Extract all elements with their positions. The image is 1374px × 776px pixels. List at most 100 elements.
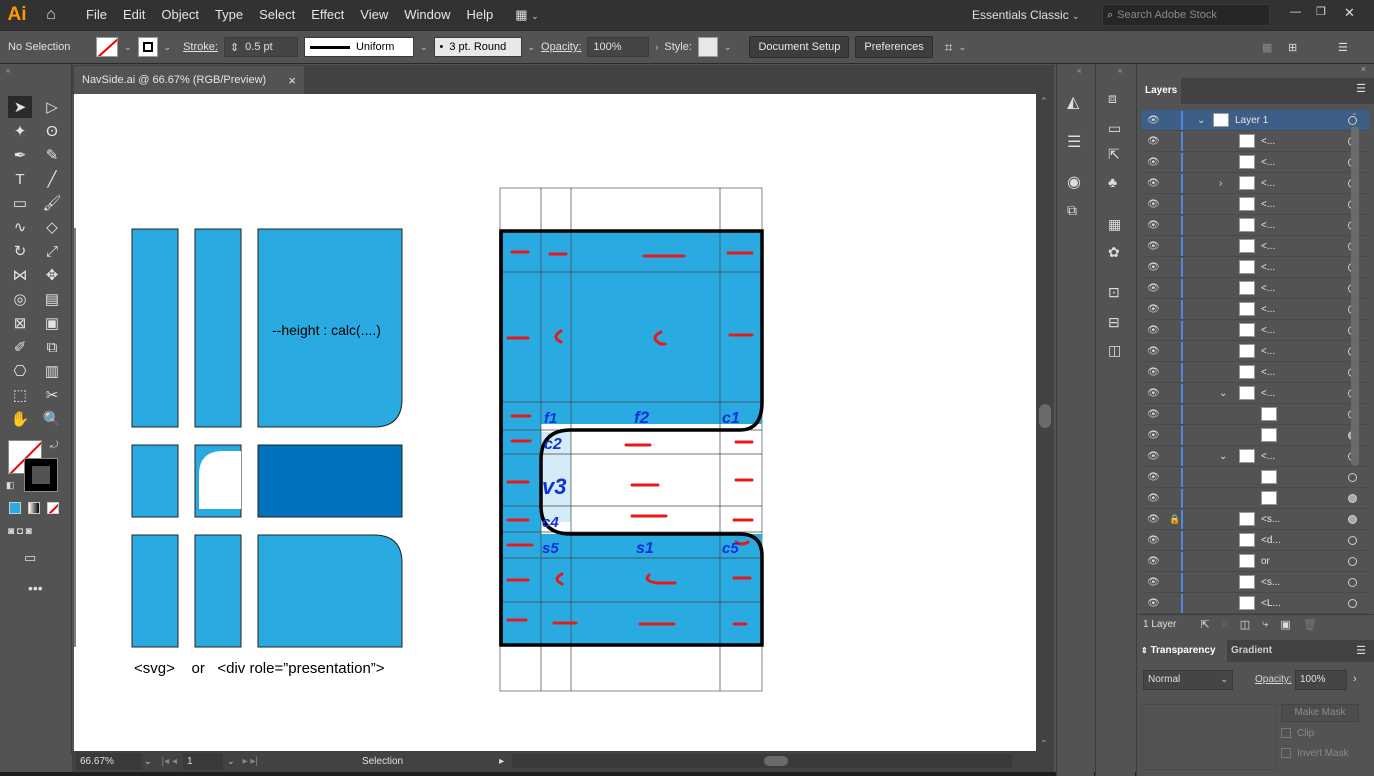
layer-row-13[interactable]: 👁 ⌄ <... — [1141, 383, 1369, 404]
clip-checkbox[interactable] — [1281, 728, 1291, 738]
fill-swatch[interactable] — [96, 37, 118, 57]
asset-export-icon[interactable]: ⧉ — [1067, 202, 1077, 219]
visibility-eye-icon[interactable]: 👁 — [1147, 535, 1160, 546]
paintbrush-tool-icon[interactable]: 🖌 — [40, 192, 64, 214]
layer-row-10[interactable]: 👁 <... — [1141, 320, 1369, 341]
visibility-eye-icon[interactable]: 👁 — [1147, 346, 1160, 357]
magic-wand-tool-icon[interactable]: ✦ — [8, 120, 32, 142]
transparency-menu-icon[interactable]: ☰ — [1356, 644, 1366, 657]
width-tool-icon[interactable]: ⋈ — [8, 264, 32, 286]
layer-row-23[interactable]: 👁 <L... — [1141, 593, 1369, 614]
collapse-dock-icon[interactable]: « — [1077, 66, 1081, 75]
transparency-tab[interactable]: ⇕ Transparency — [1137, 640, 1227, 662]
visibility-eye-icon[interactable]: 👁 — [1147, 115, 1160, 126]
color-mode-icon[interactable] — [9, 502, 21, 514]
none-mode-icon[interactable] — [47, 502, 59, 514]
opacity-stepper-icon[interactable]: › — [655, 42, 658, 52]
preferences-button[interactable]: Preferences — [855, 36, 933, 58]
layer-row-6[interactable]: 👁 <... — [1141, 236, 1369, 257]
visibility-eye-icon[interactable]: 👁 — [1147, 577, 1160, 588]
eyedropper-tool-icon[interactable]: ✐ — [8, 336, 32, 358]
visibility-eye-icon[interactable]: 👁 — [1147, 178, 1160, 189]
menu-edit[interactable]: Edit — [115, 0, 153, 30]
close-window-icon[interactable]: ✕ — [1344, 5, 1355, 21]
gradient-tab[interactable]: Gradient — [1231, 645, 1272, 656]
vertical-scrollbar[interactable]: ⌃ ⌄ — [1036, 94, 1054, 751]
visibility-eye-icon[interactable]: 👁 — [1147, 556, 1160, 567]
stroke-weight-field[interactable]: ⇕ 0.5 pt — [223, 37, 298, 57]
layer-row-22[interactable]: 👁 <s... — [1141, 572, 1369, 593]
artboard-dropdown-icon[interactable]: ⌄ — [227, 756, 235, 767]
zoom-field[interactable]: 66.67% — [76, 753, 142, 770]
locate-object-icon[interactable]: ⌕ — [1222, 618, 1228, 631]
visibility-eye-icon[interactable]: 👁 — [1147, 493, 1160, 504]
blend-tool-icon[interactable]: ⧉ — [40, 336, 64, 358]
visibility-eye-icon[interactable]: 👁 — [1147, 451, 1160, 462]
layer-row-3[interactable]: 👁 › <... — [1141, 173, 1369, 194]
zoom-dropdown-icon[interactable]: ⌄ — [144, 756, 152, 767]
menu-object[interactable]: Object — [153, 0, 207, 30]
layers-scrollbar[interactable]: ⌃ — [1351, 112, 1359, 612]
menu-file[interactable]: File — [78, 0, 115, 30]
visibility-eye-icon[interactable]: 👁 — [1147, 514, 1160, 525]
horizontal-scrollbar[interactable] — [512, 754, 1012, 768]
first-artboard-icon[interactable]: |◂ ◂ — [162, 756, 177, 767]
visibility-eye-icon[interactable]: 👁 — [1147, 241, 1160, 252]
transform-panel-icon[interactable]: ⊡ — [1108, 284, 1120, 301]
layer-row-12[interactable]: 👁 <... — [1141, 362, 1369, 383]
layer-row-18[interactable]: 👁 — [1141, 488, 1369, 509]
layer-row-16[interactable]: 👁 ⌄ <... — [1141, 446, 1369, 467]
blend-mode-select[interactable]: Normal ⌄ — [1143, 670, 1233, 690]
collapse-dock-2-icon[interactable]: « — [1118, 66, 1122, 75]
layer-row-1[interactable]: 👁 <... — [1141, 131, 1369, 152]
layers-menu-icon[interactable]: ☰ — [1356, 82, 1366, 95]
expand-layer-icon[interactable]: ⌄ — [1197, 115, 1205, 126]
slice-tool-icon[interactable]: ✂ — [40, 384, 64, 406]
make-mask-button[interactable]: Make Mask — [1281, 704, 1359, 722]
visibility-eye-icon[interactable]: 👁 — [1147, 409, 1160, 420]
new-layer-icon[interactable]: ▣ — [1280, 618, 1290, 631]
layer-row-15[interactable]: 👁 — [1141, 425, 1369, 446]
stroke-swatch[interactable] — [137, 37, 158, 57]
scale-tool-icon[interactable]: ⤢ — [40, 240, 64, 262]
stock-search[interactable]: ⌕ Search Adobe Stock — [1102, 4, 1270, 26]
style-dropdown-icon[interactable]: ⌄ — [724, 42, 732, 53]
selection-tool-icon[interactable]: ➤ — [8, 96, 32, 118]
opacity-arrow-icon[interactable]: › — [1353, 673, 1357, 685]
layer-row-2[interactable]: 👁 <... — [1141, 152, 1369, 173]
stroke-dropdown-icon[interactable]: ⌄ — [164, 42, 172, 53]
layer-row-21[interactable]: 👁 or — [1141, 551, 1369, 572]
brush-definition[interactable]: • 3 pt. Round — [433, 37, 522, 57]
menu-effect[interactable]: Effect — [303, 0, 352, 30]
expand-icon[interactable]: › — [1219, 178, 1222, 189]
artboard-tool-icon[interactable]: ⬚ — [8, 384, 32, 406]
visibility-eye-icon[interactable]: 👁 — [1147, 304, 1160, 315]
layer-row-4[interactable]: 👁 <... — [1141, 194, 1369, 215]
profile-dropdown-icon[interactable]: ⌄ — [420, 42, 428, 53]
new-sublayer-icon[interactable]: ⤷ — [1262, 618, 1268, 631]
layer-row-11[interactable]: 👁 <... — [1141, 341, 1369, 362]
opacity-field[interactable]: 100% — [587, 37, 650, 57]
workspace-switcher[interactable]: Essentials Classic ⌄ — [972, 0, 1080, 30]
visibility-eye-icon[interactable]: 👁 — [1147, 325, 1160, 336]
libraries-panel-icon[interactable]: ☰ — [1067, 132, 1081, 152]
close-tab-icon[interactable]: × — [288, 73, 296, 88]
visibility-eye-icon[interactable]: 👁 — [1147, 220, 1160, 231]
visibility-eye-icon[interactable]: 👁 — [1147, 262, 1160, 273]
visibility-eye-icon[interactable]: 👁 — [1147, 283, 1160, 294]
transparency-opacity-field[interactable]: 100% — [1295, 670, 1347, 690]
lasso-tool-icon[interactable]: ʘ — [40, 120, 64, 142]
align-icon[interactable]: ▦ — [1262, 41, 1272, 54]
swatches-icon[interactable]: ▦ — [1108, 216, 1121, 233]
style-swatch[interactable] — [697, 37, 718, 57]
artboard-number-field[interactable]: 1 — [182, 753, 223, 770]
layer-row-layer1[interactable]: 👁 ⌄ Layer 1 — [1141, 110, 1369, 131]
lock-icon[interactable]: 🔒 — [1169, 514, 1180, 525]
visibility-eye-icon[interactable]: 👁 — [1147, 472, 1160, 483]
restore-icon[interactable]: ❐ — [1316, 5, 1326, 18]
appearance-panel-icon[interactable]: ◉ — [1067, 172, 1081, 192]
expand-icon[interactable]: ⌄ — [1219, 451, 1227, 462]
hscroll-thumb[interactable] — [764, 756, 788, 766]
default-fill-stroke-icon[interactable]: ◧ — [6, 480, 15, 491]
zoom-tool-icon[interactable]: 🔍 — [40, 408, 64, 430]
